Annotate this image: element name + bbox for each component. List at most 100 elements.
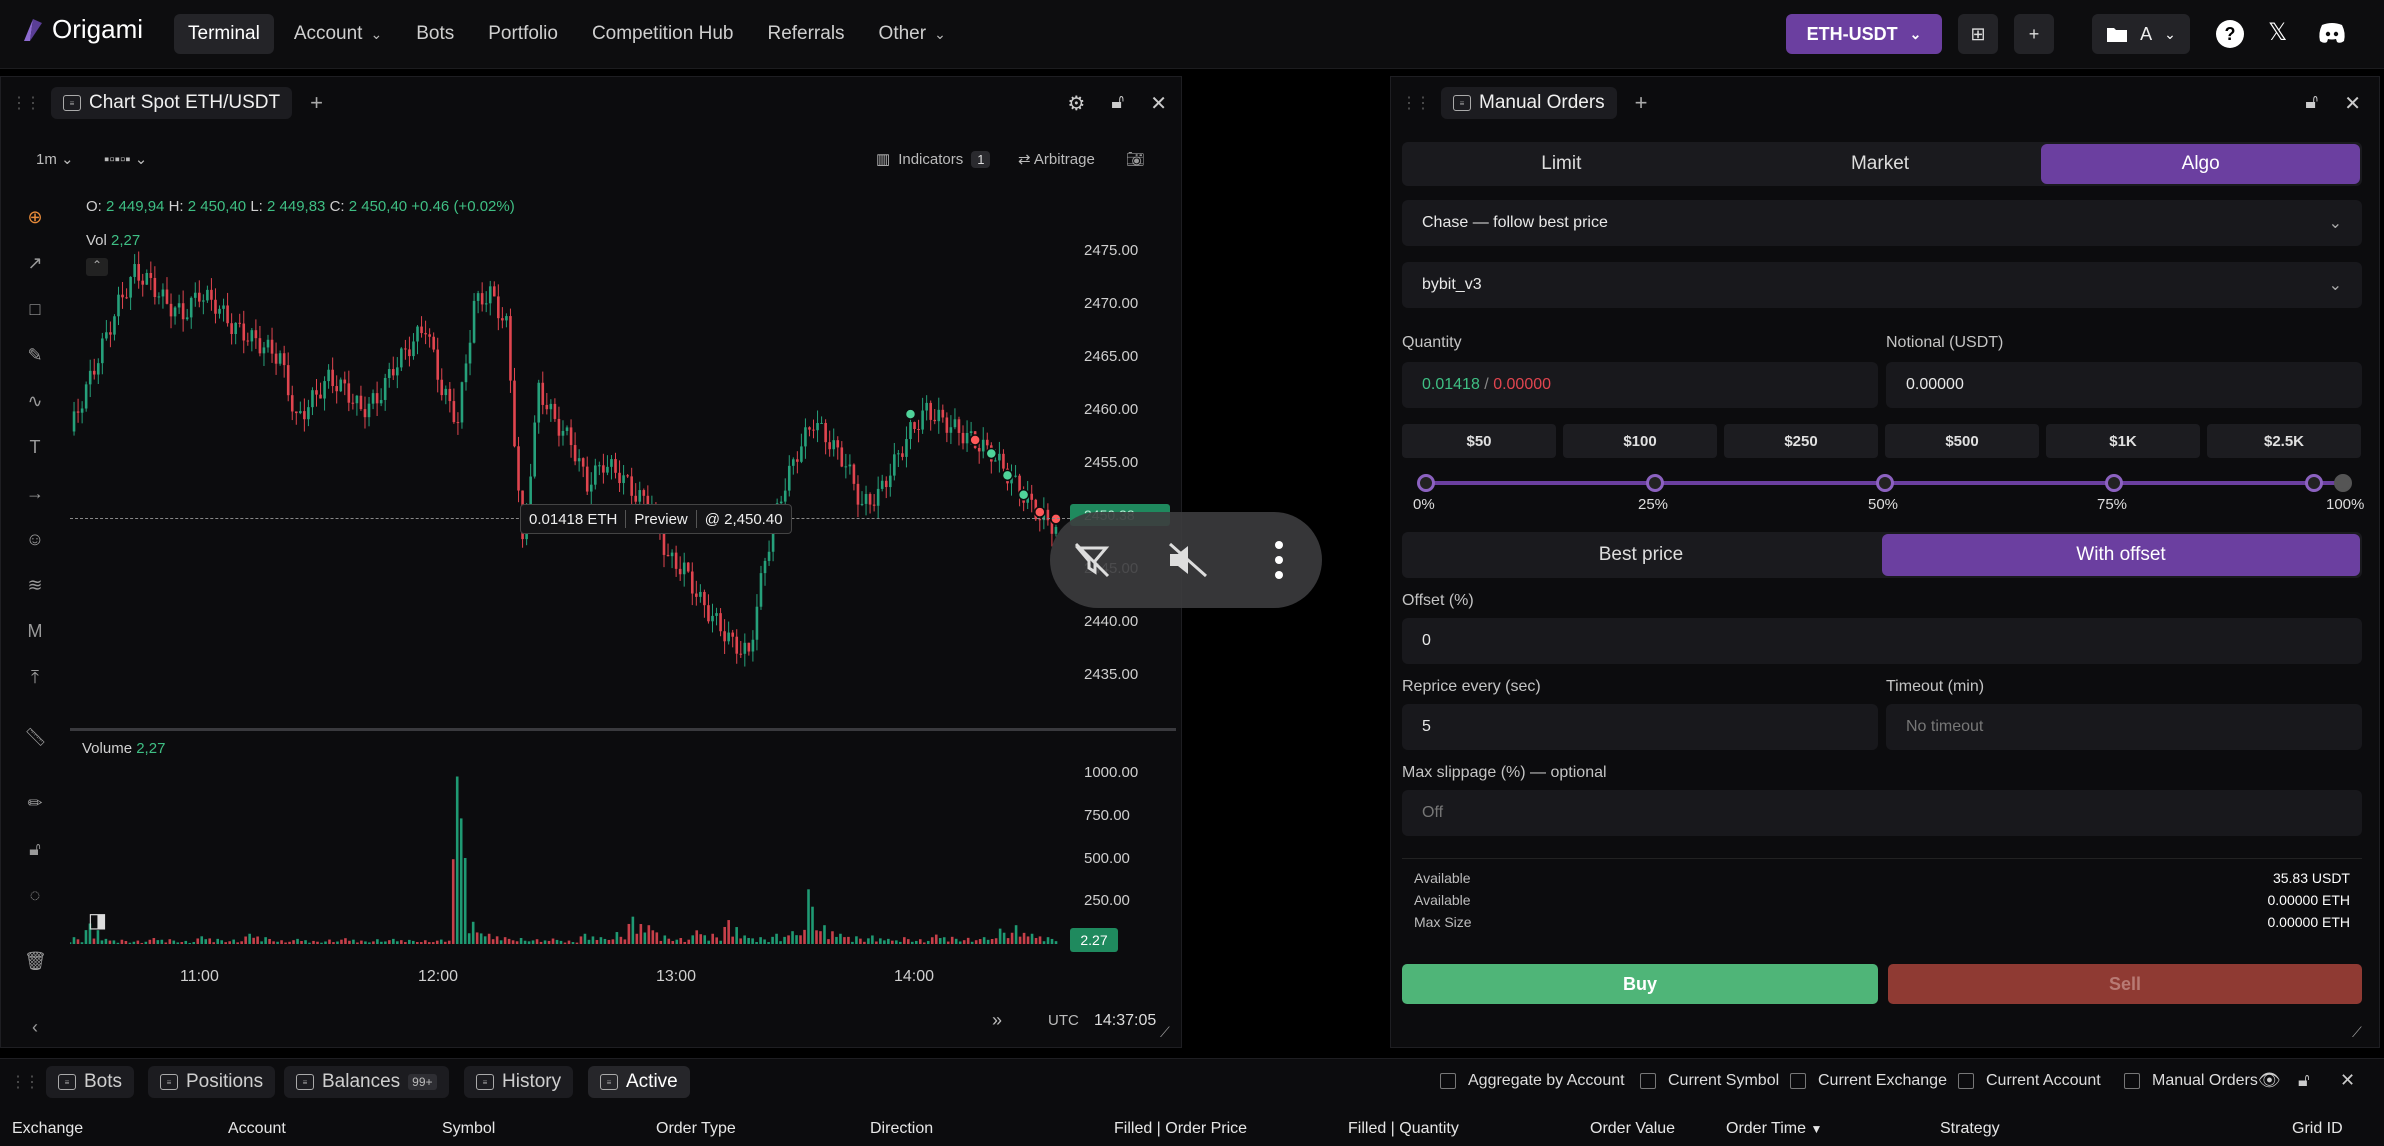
ruler-icon[interactable]: 📏︎ <box>24 726 47 748</box>
exchange-select[interactable]: bybit_v3 ⌄ <box>1402 262 2362 308</box>
column-header-account[interactable]: Account <box>228 1120 286 1138</box>
best-price-button[interactable]: Best price <box>1402 532 1880 578</box>
filter-aggregate-by-account[interactable]: Aggregate by Account <box>1440 1072 1625 1090</box>
lock-icon[interactable]: 🔓︎ <box>2305 91 2318 116</box>
quantity-input[interactable]: 0.01418 / 0.00000 <box>1402 362 1878 408</box>
add-tab-icon[interactable]: + <box>310 90 323 116</box>
column-header-order-type[interactable]: Order Type <box>656 1120 736 1138</box>
upload-icon[interactable]: ⤒ <box>24 666 46 688</box>
scroll-to-realtime-icon[interactable]: » <box>992 1010 1002 1031</box>
sell-button[interactable]: Sell <box>1888 964 2362 1004</box>
tab-bots[interactable]: ≡ Bots <box>46 1066 135 1098</box>
quick-amount-button[interactable]: $250 <box>1724 424 1878 458</box>
resize-handle-icon[interactable]: ⟋ <box>2352 1024 2362 1041</box>
checkbox[interactable] <box>1790 1073 1806 1089</box>
quick-amount-button[interactable]: $1K <box>2046 424 2200 458</box>
nav-competition-hub[interactable]: Competition Hub <box>578 14 748 54</box>
buy-marker[interactable] <box>985 447 998 460</box>
nav-portfolio[interactable]: Portfolio <box>474 14 572 54</box>
emoji-icon[interactable]: ☺ <box>24 528 46 550</box>
account-selector-button[interactable]: A ⌄ <box>2092 14 2190 54</box>
slippage-input[interactable]: Off <box>1402 790 2362 836</box>
brand-logo[interactable]: Origami <box>22 14 143 45</box>
tab-positions[interactable]: ≡ Positions <box>148 1066 276 1098</box>
sell-marker[interactable] <box>969 434 981 446</box>
close-icon[interactable]: ✕ <box>2344 91 2361 116</box>
quick-amount-button[interactable]: $50 <box>1402 424 1556 458</box>
nav-bots[interactable]: Bots <box>402 14 468 54</box>
timezone-label[interactable]: UTC <box>1048 1012 1079 1029</box>
checkbox[interactable] <box>1440 1073 1456 1089</box>
mute-icon[interactable] <box>1166 540 1210 580</box>
tab-active[interactable]: ≡ Active <box>588 1066 690 1098</box>
pair-selector-button[interactable]: ETH-USDT ⌄ <box>1786 14 1942 54</box>
filter-current-symbol[interactable]: Current Symbol <box>1640 1072 1779 1090</box>
slider-mark-100[interactable] <box>2334 474 2352 492</box>
column-header-direction[interactable]: Direction <box>870 1120 933 1138</box>
crosshair-icon[interactable]: ⊕ <box>24 206 46 228</box>
buy-marker[interactable] <box>1001 469 1014 482</box>
slider-mark-75[interactable] <box>2105 474 2123 492</box>
checkbox[interactable] <box>1640 1073 1656 1089</box>
offset-input[interactable]: 0 <box>1402 618 2362 664</box>
pane-divider[interactable] <box>70 728 1176 731</box>
close-icon[interactable]: ✕ <box>2340 1070 2355 1091</box>
quick-amount-button[interactable]: $500 <box>1885 424 2039 458</box>
timeframe-selector[interactable]: 1m ⌄ <box>36 150 74 168</box>
checkbox[interactable] <box>1958 1073 1974 1089</box>
reprice-input[interactable]: 5 <box>1402 704 1878 750</box>
quick-amount-button[interactable]: $100 <box>1563 424 1717 458</box>
price-chart[interactable] <box>70 230 1080 686</box>
x-twitter-icon[interactable]: 𝕏 <box>2268 18 2287 47</box>
column-header-strategy[interactable]: Strategy <box>1940 1120 2000 1138</box>
more-vertical-icon[interactable] <box>1272 538 1286 582</box>
tab-chart-spot[interactable]: ≡ Chart Spot ETH/USDT <box>51 87 293 119</box>
filter-current-account[interactable]: Current Account <box>1958 1072 2101 1090</box>
filter-manual-orders[interactable]: Manual Orders <box>2124 1072 2258 1090</box>
column-header-grid-id[interactable]: Grid ID <box>2292 1120 2343 1138</box>
nav-referrals[interactable]: Referrals <box>753 14 858 54</box>
pattern-icon[interactable]: M <box>24 620 46 642</box>
tab-history[interactable]: ≡ History <box>464 1066 574 1098</box>
slider-mark-25[interactable] <box>1646 474 1664 492</box>
trash-icon[interactable]: 🗑︎ <box>24 950 47 972</box>
arrow-icon[interactable]: → <box>24 482 46 504</box>
nav-other[interactable]: Other ⌄ <box>865 14 960 54</box>
volume-chart[interactable] <box>70 756 1080 944</box>
pencil-icon[interactable]: ✏ <box>24 792 46 814</box>
eye-icon[interactable]: 👁︎ <box>2258 1070 2281 1091</box>
resize-handle-icon[interactable]: ⟋ <box>1160 1024 1170 1041</box>
slider-mark-0[interactable] <box>1417 474 1435 492</box>
no-filter-icon[interactable] <box>1072 540 1112 580</box>
add-panel-button[interactable]: + <box>2014 14 2054 54</box>
close-icon[interactable]: ✕ <box>1150 91 1167 116</box>
lock-drawings-icon[interactable]: 🔓︎ <box>24 838 46 860</box>
checkbox[interactable] <box>2124 1073 2140 1089</box>
tab-algo[interactable]: Algo <box>2041 144 2361 184</box>
buy-button[interactable]: Buy <box>1402 964 1878 1004</box>
tab-balances[interactable]: ≡ Balances 99+ <box>284 1066 449 1098</box>
text-icon[interactable]: T <box>24 436 46 458</box>
discord-icon[interactable] <box>2318 20 2346 46</box>
hide-icon[interactable]: ◌ <box>24 884 46 906</box>
tab-market[interactable]: Market <box>1721 142 2040 186</box>
drag-handle-icon[interactable]: ⋮⋮ <box>11 93 41 113</box>
column-header-filled-order-price[interactable]: Filled | Order Price <box>1114 1120 1247 1138</box>
buy-marker[interactable] <box>904 408 917 420</box>
quick-amount-button[interactable]: $2.5K <box>2207 424 2361 458</box>
trend-line-icon[interactable]: ↗ <box>24 252 46 274</box>
help-icon[interactable]: ? <box>2216 20 2244 48</box>
brush-icon[interactable]: ✎ <box>24 344 46 366</box>
notional-input[interactable]: 0.00000 <box>1886 362 2362 408</box>
nav-terminal[interactable]: Terminal <box>174 14 274 54</box>
column-header-order-time[interactable]: Order Time ▼ <box>1726 1120 1822 1138</box>
collapse-toolbar-icon[interactable]: ‹ <box>24 1016 46 1038</box>
column-header-filled-quantity[interactable]: Filled | Quantity <box>1348 1120 1459 1138</box>
column-header-symbol[interactable]: Symbol <box>442 1120 495 1138</box>
nav-account[interactable]: Account ⌄ <box>280 14 396 54</box>
chart-type-selector[interactable]: ▪▫▪▫▪ ⌄ <box>104 150 147 168</box>
wave-icon[interactable]: ∿ <box>24 390 46 412</box>
column-header-exchange[interactable]: Exchange <box>12 1120 83 1138</box>
drag-handle-icon[interactable]: ⋮⋮ <box>1401 93 1431 113</box>
algo-strategy-select[interactable]: Chase — follow best price ⌄ <box>1402 200 2362 246</box>
